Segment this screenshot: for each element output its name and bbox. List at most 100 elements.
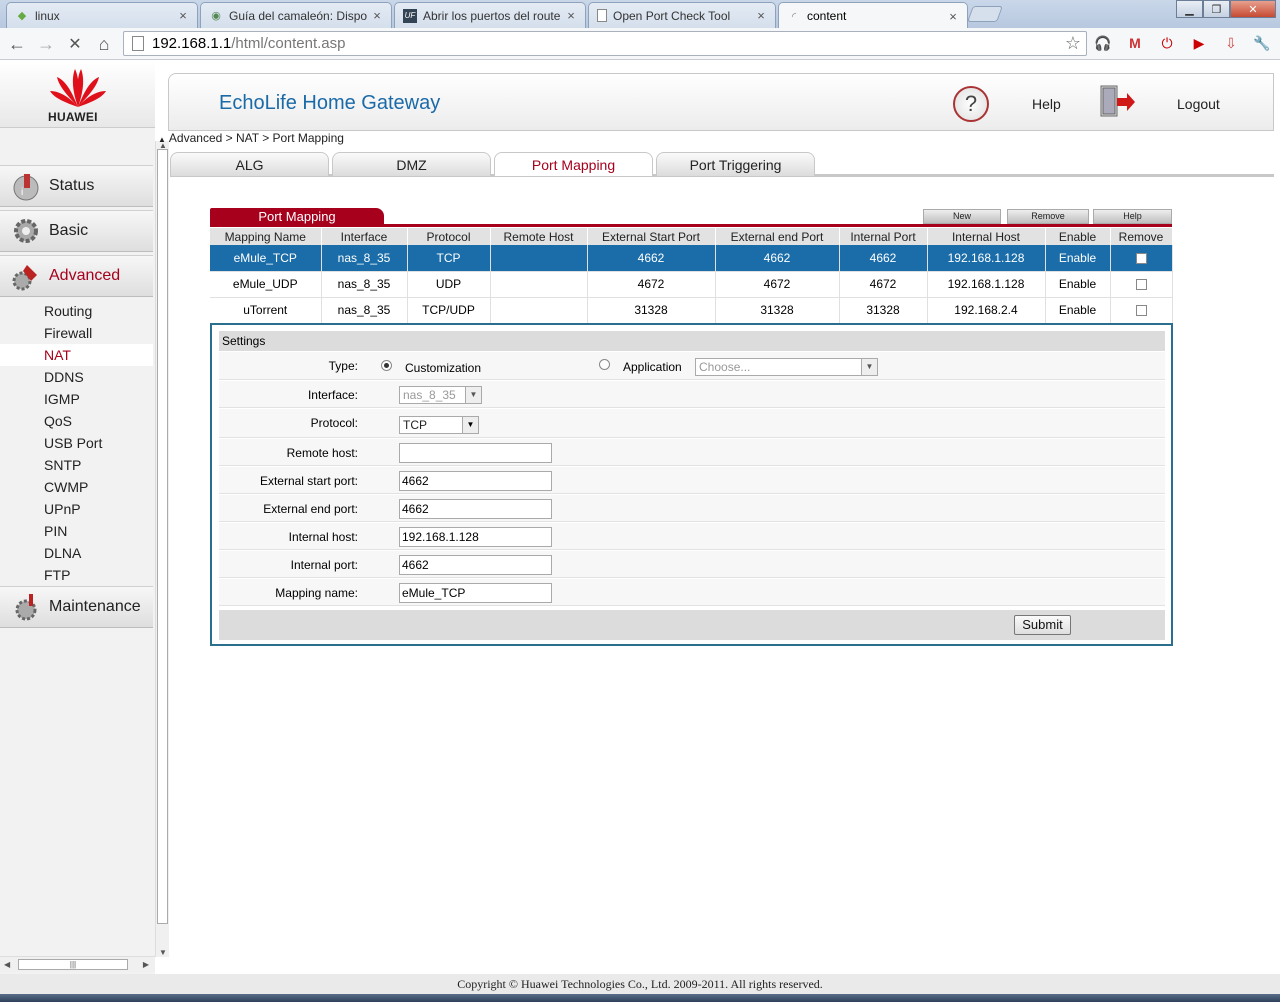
browser-tab-linux[interactable]: ◆ linux × (6, 2, 198, 28)
tab-alg[interactable]: ALG (170, 152, 329, 176)
mapping-name-input[interactable]: eMule_TCP (399, 583, 552, 603)
scroll-thumb[interactable] (157, 149, 168, 924)
youtube-icon[interactable]: ▶ (1189, 33, 1209, 53)
sidebar-section-status[interactable]: i Status (0, 165, 153, 207)
external-end-port-input[interactable]: 4662 (399, 499, 552, 519)
help-link[interactable]: Help (1032, 96, 1061, 112)
submit-button[interactable]: Submit (1014, 615, 1071, 635)
settings-panel: Settings Type: Customization Application… (210, 323, 1173, 646)
application-select[interactable]: Choose... ▼ (695, 358, 878, 376)
interface-select[interactable]: nas_8_35 ▼ (399, 386, 482, 404)
headphones-icon[interactable]: 🎧 (1093, 33, 1113, 53)
column-header: Remote Host (490, 228, 588, 245)
remote-host-row: Remote host: (219, 439, 1165, 466)
table-row[interactable]: uTorrent nas_8_35 TCP/UDP 31328 31328 31… (210, 297, 1173, 324)
tab-dmz[interactable]: DMZ (332, 152, 491, 176)
sidebar-item-firewall[interactable]: Firewall (0, 322, 153, 344)
remove-button[interactable]: Remove (1007, 209, 1089, 224)
type-row: Type: Customization Application Choose..… (219, 352, 1165, 380)
close-tab-icon[interactable]: × (565, 8, 577, 23)
logout-link[interactable]: Logout (1177, 96, 1220, 112)
sidebar-vertical-scrollbar[interactable]: ▲ ▼ (155, 141, 169, 957)
power-icon[interactable]: ⏻ (1157, 33, 1177, 53)
remove-checkbox[interactable] (1135, 253, 1147, 265)
new-tab-button[interactable] (967, 6, 1003, 22)
scroll-left-icon[interactable]: ◀ (4, 960, 10, 969)
sidebar-item-igmp[interactable]: IGMP (0, 388, 153, 410)
remove-checkbox[interactable] (1135, 305, 1147, 317)
gmail-icon[interactable]: M (1125, 33, 1145, 53)
sidebar-section-maintenance[interactable]: Maintenance (0, 586, 153, 628)
sidebar-item-pin[interactable]: PIN (0, 520, 153, 542)
sidebar-item-routing[interactable]: Routing (0, 300, 153, 322)
address-bar[interactable]: 192.168.1.1/html/content.asp ☆ (123, 31, 1087, 56)
submit-row: Submit (219, 610, 1165, 640)
sidebar-section-advanced[interactable]: Advanced (0, 255, 153, 297)
copyright-footer: Copyright © Huawei Technologies Co., Ltd… (0, 974, 1280, 994)
help-button[interactable]: Help (1093, 209, 1172, 224)
page-icon (132, 36, 144, 51)
close-tab-icon[interactable]: × (947, 9, 959, 24)
application-radio[interactable] (599, 359, 610, 370)
sidebar-item-upnp[interactable]: UPnP (0, 498, 153, 520)
new-button[interactable]: New (923, 209, 1001, 224)
huawei-flower-icon (50, 69, 106, 107)
stop-icon[interactable]: ✕ (63, 32, 87, 56)
router-page: HUAWEI EchoLife Home Gateway ? Help Logo… (0, 61, 1280, 974)
chevron-down-icon: ▼ (861, 359, 877, 375)
svg-text:i: i (21, 187, 23, 198)
sidebar-item-dlna[interactable]: DLNA (0, 542, 153, 564)
status-icon: i (8, 168, 44, 204)
table-row[interactable]: eMule_UDP nas_8_35 UDP 4672 4672 4672 19… (210, 271, 1173, 298)
sidebar-item-sntp[interactable]: SNTP (0, 454, 153, 476)
browser-tab-abrir[interactable]: UF Abrir los puertos del route × (394, 2, 586, 28)
internal-port-input[interactable]: 4662 (399, 555, 552, 575)
internal-host-input[interactable]: 192.168.1.128 (399, 527, 552, 547)
scroll-right-icon[interactable]: ▶ (143, 960, 149, 969)
remove-checkbox[interactable] (1135, 279, 1147, 291)
maximize-icon[interactable]: ❐ (1203, 0, 1230, 18)
browser-tab-content[interactable]: ◜ content × (778, 2, 968, 29)
customization-radio[interactable] (381, 360, 392, 371)
protocol-select[interactable]: TCP ▼ (399, 416, 479, 434)
sidebar-item-usb-port[interactable]: USB Port (0, 432, 153, 454)
close-tab-icon[interactable]: × (755, 8, 767, 23)
wrench-icon[interactable]: 🔧 (1252, 33, 1272, 53)
logout-icon[interactable] (1099, 84, 1135, 120)
column-header: External Start Port (587, 228, 716, 245)
bookmark-star-icon[interactable]: ☆ (1065, 33, 1081, 54)
back-icon[interactable]: ← (5, 32, 29, 56)
remote-host-input[interactable] (399, 443, 552, 463)
maintenance-icon (8, 589, 44, 625)
close-tab-icon[interactable]: × (177, 8, 189, 23)
tab-port-triggering[interactable]: Port Triggering (656, 152, 815, 176)
help-icon[interactable]: ? (953, 86, 989, 122)
scroll-thumb[interactable]: ||| (18, 959, 128, 970)
scroll-down-icon[interactable]: ▼ (159, 948, 167, 957)
interface-row: Interface: nas_8_35 ▼ (219, 381, 1165, 408)
sidebar-horizontal-scrollbar[interactable]: ◀ ||| ▶ (0, 956, 155, 972)
home-icon[interactable]: ⌂ (92, 32, 116, 56)
sidebar-item-nat[interactable]: NAT (0, 344, 153, 366)
close-tab-icon[interactable]: × (371, 8, 383, 23)
browser-tab-guia[interactable]: ◉ Guía del camaleón: Dispo × (200, 2, 392, 28)
table-row[interactable]: eMule_TCP nas_8_35 TCP 4662 4662 4662 19… (210, 245, 1173, 272)
close-window-icon[interactable]: ✕ (1230, 0, 1276, 18)
sidebar-item-cwmp[interactable]: CWMP (0, 476, 153, 498)
uf-icon: UF (403, 8, 417, 23)
chameleon-icon: ◉ (211, 10, 221, 22)
minimize-icon[interactable]: ▁ (1176, 0, 1203, 18)
external-start-port-input[interactable]: 4662 (399, 471, 552, 491)
breadcrumb-marker-icon: ▲ (158, 135, 166, 144)
port-mapping-header: Port Mapping New Remove Help (210, 208, 1172, 227)
forward-icon[interactable]: → (34, 32, 58, 56)
sidebar-item-ftp[interactable]: FTP (0, 564, 153, 586)
sidebar-section-basic[interactable]: Basic (0, 210, 153, 252)
download-icon[interactable]: ⇩ (1221, 33, 1241, 53)
tab-port-mapping[interactable]: Port Mapping (494, 152, 653, 176)
sidebar-item-ddns[interactable]: DDNS (0, 366, 153, 388)
browser-tab-openport[interactable]: Open Port Check Tool × (588, 2, 776, 28)
sidebar-item-qos[interactable]: QoS (0, 410, 153, 432)
internal-host-row: Internal host: 192.168.1.128 (219, 523, 1165, 550)
browser-toolbar: ← → ✕ ⌂ 192.168.1.1/html/content.asp ☆ 🎧… (0, 28, 1280, 60)
